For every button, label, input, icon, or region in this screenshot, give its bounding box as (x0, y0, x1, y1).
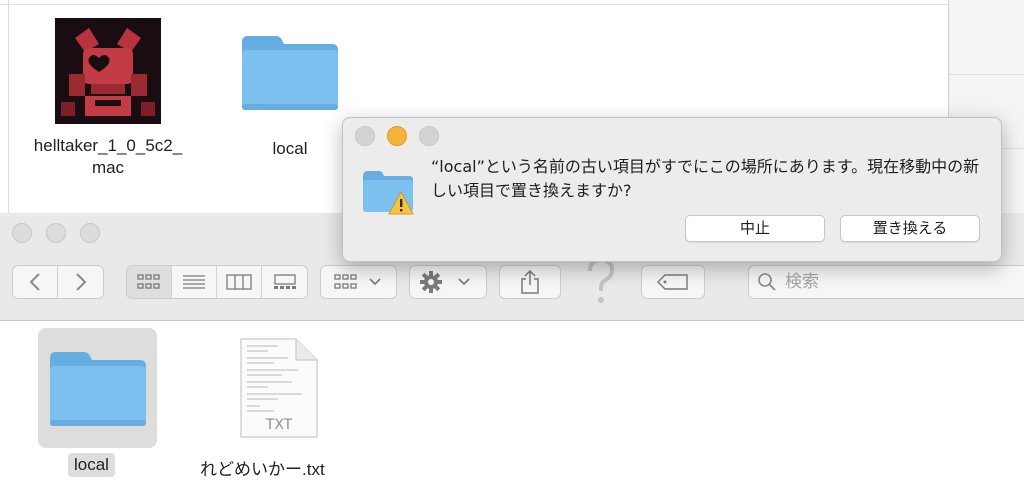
folder-icon[interactable] (48, 348, 148, 432)
icon-view-button[interactable] (127, 266, 172, 298)
share-icon (521, 269, 539, 294)
txt-badge: TXT (265, 417, 293, 433)
minimize-button[interactable] (387, 126, 407, 146)
navigation-buttons (12, 265, 104, 299)
file-helltaker[interactable]: helltaker_1_0_5c2_ mac (18, 135, 198, 179)
share-button[interactable] (499, 265, 561, 299)
close-button[interactable] (355, 126, 375, 146)
group-icon (333, 274, 381, 289)
chevron-right-icon (75, 273, 86, 291)
tag-icon (657, 274, 688, 290)
list-view-icon (183, 275, 205, 289)
tag-button[interactable] (641, 265, 705, 299)
file-label: local (272, 139, 308, 158)
file-local-background[interactable]: local (250, 138, 330, 160)
helltaker-app-icon[interactable] (55, 18, 161, 124)
folder-icon[interactable] (240, 32, 340, 116)
replace-alert-dialog: “local”という名前の古い項目がすでにこの場所にあります。現在移動中の新しい… (342, 117, 1002, 262)
window-edge (0, 4, 948, 5)
file-label-selected[interactable]: local (68, 453, 115, 477)
cancel-button[interactable]: 中止 (685, 215, 825, 242)
search-icon (758, 273, 776, 291)
replace-button[interactable]: 置き換える (840, 215, 980, 242)
file-label: mac (91, 158, 125, 177)
file-label: helltaker_1_0_5c2_ (33, 136, 183, 155)
column-view-button[interactable] (217, 266, 262, 298)
back-button[interactable] (13, 266, 58, 298)
view-mode-selector (126, 265, 308, 299)
list-view-button[interactable] (172, 266, 217, 298)
window-edge (8, 0, 9, 220)
search-field[interactable] (748, 265, 1024, 299)
column-view-icon (226, 274, 252, 290)
file-label[interactable]: れどめいかー.txt (200, 455, 325, 480)
folder-warning-icon (361, 168, 417, 224)
gear-icon (420, 271, 470, 293)
minimize-button[interactable] (46, 223, 66, 243)
alert-message: “local”という名前の古い項目がすでにこの場所にあります。現在移動中の新しい… (431, 157, 980, 200)
zoom-button[interactable] (419, 126, 439, 146)
action-button[interactable] (409, 265, 487, 299)
group-button[interactable] (320, 265, 397, 299)
forward-button[interactable] (58, 266, 103, 298)
search-input[interactable] (783, 271, 987, 293)
gallery-view-icon (273, 274, 296, 289)
question-icon (588, 257, 615, 303)
close-button[interactable] (12, 223, 32, 243)
help-button[interactable] (583, 257, 619, 307)
gallery-view-button[interactable] (262, 266, 307, 298)
icon-view-icon (137, 274, 160, 289)
zoom-button[interactable] (80, 223, 100, 243)
chevron-left-icon (29, 273, 40, 291)
txt-file-icon[interactable]: TXT (238, 336, 320, 444)
